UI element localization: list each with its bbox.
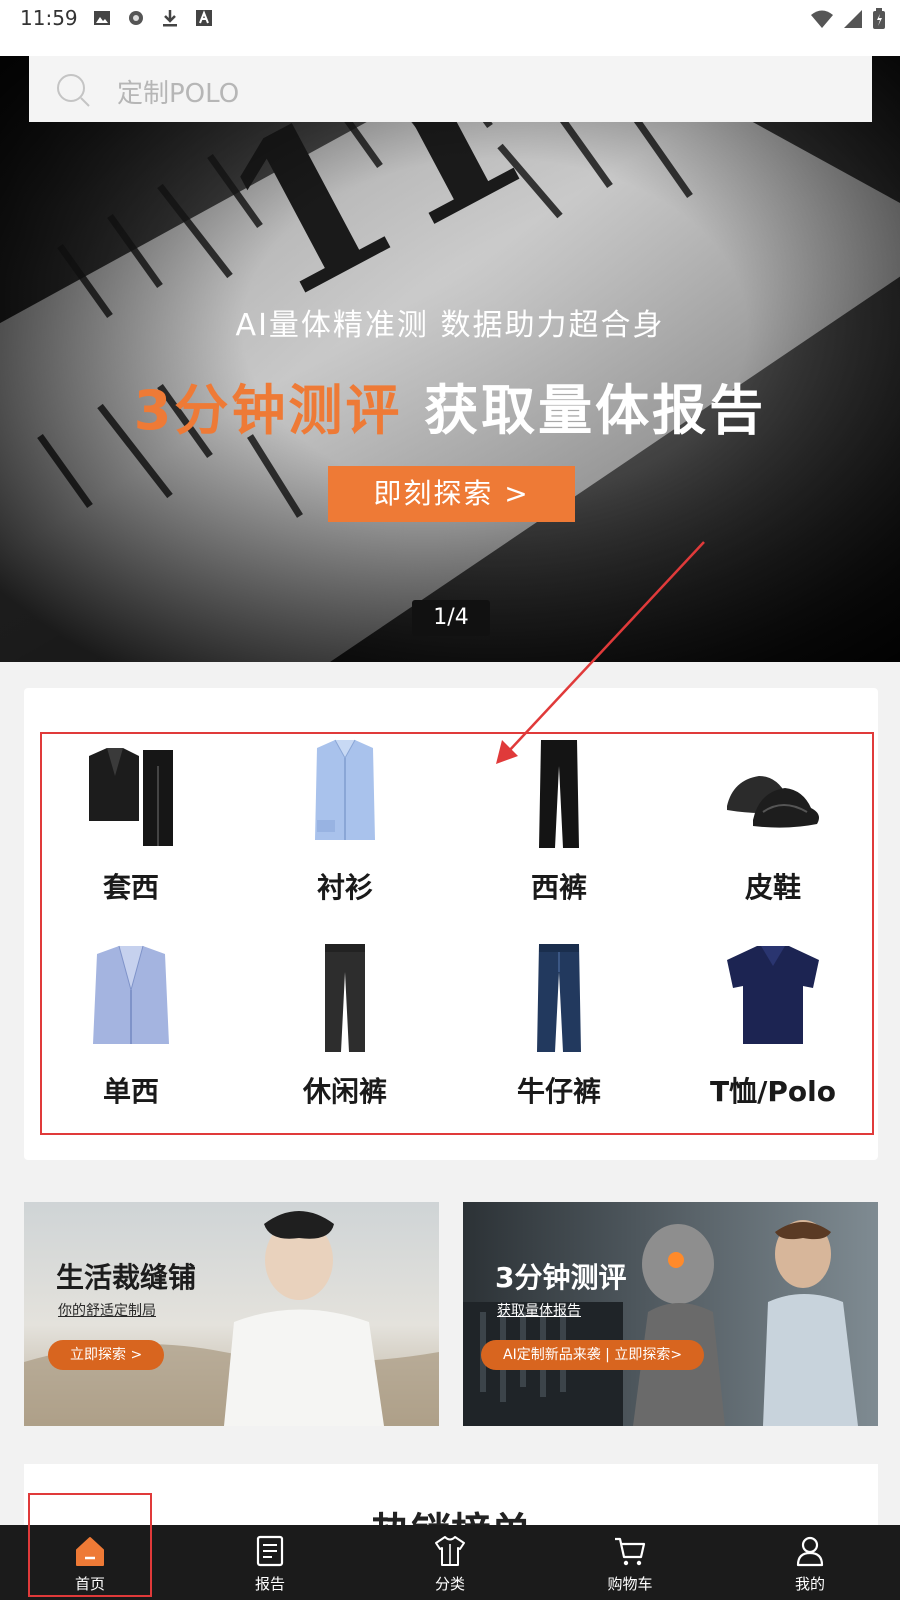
promo-explore-button[interactable]: 立即探索 >	[48, 1340, 165, 1370]
profile-icon	[796, 1536, 824, 1567]
promo-title: 生活裁缝铺	[56, 1261, 197, 1294]
hero-banner[interactable]: 11 AI量体精准测 数据助力超合身 3分钟测评 获取量体报告 即刻探索 > 1…	[0, 56, 900, 662]
tab-label: 分类	[434, 1575, 465, 1593]
tab-label: 我的	[794, 1575, 825, 1593]
hero-title-highlight: 3分钟测评	[133, 379, 403, 442]
banner-pager: 1/4	[412, 600, 490, 636]
search-icon	[57, 74, 90, 107]
annotation-highlight-box	[40, 732, 874, 1135]
download-icon	[163, 10, 177, 27]
promo-subtitle: 获取量体报告	[497, 1303, 581, 1319]
signal-icon	[844, 10, 862, 28]
tab-label: 报告	[254, 1575, 285, 1593]
promo-explore-button[interactable]: AI定制新品来袭 | 立即探索>	[481, 1340, 705, 1370]
search-input[interactable]: 定制POLO	[117, 73, 239, 110]
tab-label: 购物车	[607, 1575, 653, 1593]
report-icon	[256, 1535, 284, 1567]
status-bar: 11:59	[0, 0, 900, 56]
promo-title: 3分钟测评	[495, 1261, 627, 1294]
promo-card-measure[interactable]: 3分钟测评 获取量体报告 AI定制新品来袭 | 立即探索>	[463, 1202, 878, 1426]
measuring-tape-image: 11	[0, 56, 900, 662]
cart-icon	[615, 1537, 646, 1566]
promo-card-tailor[interactable]: 生活裁缝铺 你的舒适定制局 立即探索 >	[24, 1202, 439, 1426]
font-icon	[196, 10, 212, 26]
explore-button[interactable]: 即刻探索 >	[328, 466, 575, 522]
tab-report[interactable]: 报告	[180, 1525, 360, 1600]
tab-cart[interactable]: 购物车	[540, 1525, 720, 1600]
hero-title-main: 获取量体报告	[424, 379, 767, 442]
tab-category[interactable]: 分类	[360, 1525, 540, 1600]
image-icon	[94, 11, 110, 25]
notification-icons	[92, 8, 214, 28]
battery-icon	[873, 8, 885, 29]
app-notification-icon	[129, 11, 143, 25]
promo-subtitle: 你的舒适定制局	[58, 1303, 156, 1319]
search-bar[interactable]: 定制POLO	[29, 56, 872, 122]
hero-title: 3分钟测评 获取量体报告	[0, 366, 900, 445]
wifi-icon	[811, 10, 833, 28]
annotation-highlight-home	[28, 1493, 152, 1597]
system-icons	[810, 8, 886, 30]
category-shirt-icon	[435, 1536, 465, 1566]
tab-profile[interactable]: 我的	[720, 1525, 900, 1600]
hero-subtitle: AI量体精准测 数据助力超合身	[235, 308, 665, 343]
status-time: 11:59	[20, 6, 78, 30]
